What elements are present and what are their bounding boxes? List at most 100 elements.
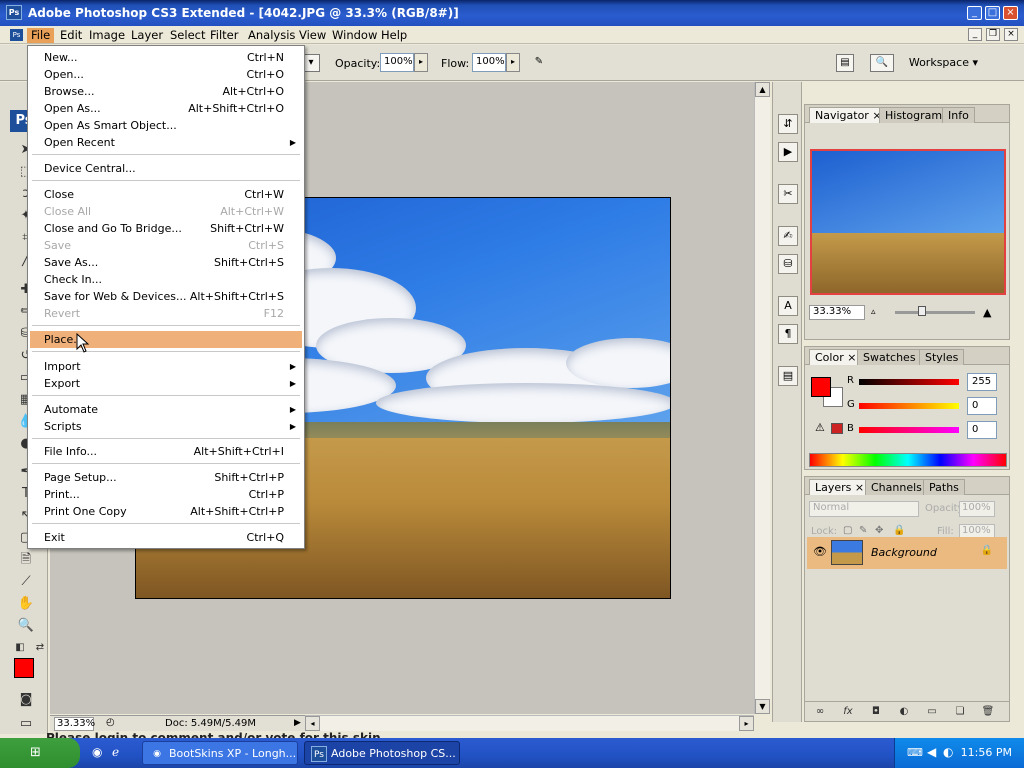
status-arrow-icon[interactable]: ▶ [294, 718, 301, 728]
menu-item-automate[interactable]: Automate ▶ [30, 401, 302, 418]
maximize-button[interactable]: □ [985, 6, 1000, 20]
tab-swatches[interactable]: Swatches [857, 349, 922, 365]
menu-item-close-go-bridge[interactable]: Close and Go To Bridge... Shift+Ctrl+W [30, 220, 302, 237]
menu-item-place[interactable]: Place... [30, 331, 302, 348]
navigator-thumbnail[interactable] [810, 149, 1006, 295]
menu-analysis[interactable]: Analysis [244, 28, 299, 43]
blue-slider[interactable] [859, 427, 959, 433]
red-slider[interactable] [859, 379, 959, 385]
lock-all-icon[interactable]: 🔒 [893, 525, 905, 536]
notes-tool-icon[interactable]: 🗎 [16, 550, 36, 570]
bridge-icon[interactable]: 🔍 [870, 54, 894, 72]
flow-field[interactable]: 100% [472, 53, 506, 72]
menu-item-close[interactable]: Close Ctrl+W [30, 186, 302, 203]
scroll-down-button[interactable]: ▼ [755, 699, 770, 714]
opacity-arrow[interactable]: ▸ [414, 53, 428, 72]
lock-position-icon[interactable]: ✥ [875, 525, 883, 536]
lock-pixels-icon[interactable]: ✎ [859, 525, 867, 536]
menu-select[interactable]: Select [166, 28, 209, 43]
firefox-quicklaunch-icon[interactable]: ◉ [92, 745, 102, 759]
menu-window[interactable]: Window [328, 28, 381, 43]
menu-item-file-info[interactable]: File Info... Alt+Shift+Ctrl+I [30, 443, 302, 460]
menu-edit[interactable]: Edit [56, 28, 86, 43]
menu-item-exit[interactable]: Exit Ctrl+Q [30, 529, 302, 546]
menu-item-browse[interactable]: Browse... Alt+Ctrl+O [30, 83, 302, 100]
doc-minimize-button[interactable]: _ [968, 28, 982, 41]
quick-mask-icon[interactable]: ◙ [16, 690, 36, 710]
vertical-scrollbar[interactable]: ▲ ▼ [754, 82, 770, 714]
default-colors-icon[interactable]: ◧ [10, 638, 30, 658]
adjustment-layer-icon[interactable]: ◐ [897, 705, 911, 719]
menu-image[interactable]: Image [85, 28, 129, 43]
visibility-eye-icon[interactable]: 👁 [813, 545, 827, 558]
clone-source-icon[interactable]: ⛁ [778, 254, 798, 274]
start-button[interactable]: ⊞ [0, 738, 80, 768]
flow-arrow[interactable]: ▸ [506, 53, 520, 72]
zoom-tool-icon[interactable]: 🔍 [16, 616, 36, 636]
layer-opacity-field[interactable]: 100% [959, 501, 995, 517]
menu-item-revert[interactable]: Revert F12 [30, 305, 302, 322]
tab-navigator[interactable]: Navigator × [809, 107, 888, 123]
menu-item-open-recent[interactable]: Open Recent ▶ [30, 134, 302, 151]
taskbar-item-bootskins[interactable]: ◉ BootSkins XP - Longh... [142, 741, 298, 765]
menu-filter[interactable]: Filter [206, 28, 242, 43]
zoom-out-icon[interactable]: ▵ [871, 307, 876, 317]
brushes-panel-icon[interactable]: ✍ [778, 226, 798, 246]
workspace-menu[interactable]: Workspace ▾ [909, 56, 978, 69]
photoshop-app-icon[interactable]: Ps [6, 5, 22, 20]
menu-item-export[interactable]: Export ▶ [30, 375, 302, 392]
airbrush-icon[interactable]: ✎ [530, 54, 548, 72]
actions-panel-icon[interactable]: ▶ [778, 142, 798, 162]
character-panel-icon[interactable]: A [778, 296, 798, 316]
taskbar-item-photoshop[interactable]: Ps Adobe Photoshop CS... [304, 741, 460, 765]
new-layer-icon[interactable]: ❏ [953, 705, 967, 719]
menu-item-open[interactable]: Open... Ctrl+O [30, 66, 302, 83]
history-panel-icon[interactable]: ⇵ [778, 114, 798, 134]
navigator-slider-knob[interactable] [918, 306, 926, 316]
tab-info[interactable]: Info [942, 107, 975, 123]
layer-style-icon[interactable]: fx [841, 705, 855, 719]
document-icon[interactable]: Ps [10, 29, 23, 41]
tray-collapse-icon[interactable]: ◀ [927, 745, 936, 759]
tab-color[interactable]: Color × [809, 349, 863, 365]
status-menu-icon[interactable]: ◴ [106, 717, 115, 728]
foreground-color-swatch[interactable] [14, 658, 34, 678]
lock-transparency-icon[interactable]: ▢ [843, 525, 852, 536]
menu-view[interactable]: View [295, 28, 330, 43]
hand-tool-icon[interactable]: ✋ [16, 594, 36, 614]
palette-well-icon[interactable]: ▤ [836, 54, 854, 72]
gamut-warning-icon[interactable]: ⚠ [815, 421, 825, 434]
close-button[interactable]: × [1003, 6, 1018, 20]
navigator-zoom-slider[interactable] [895, 311, 975, 314]
menu-item-open-as[interactable]: Open As... Alt+Shift+Ctrl+O [30, 100, 302, 117]
green-slider[interactable] [859, 403, 959, 409]
menu-item-print-one-copy[interactable]: Print One Copy Alt+Shift+Ctrl+P [30, 503, 302, 520]
menu-item-print[interactable]: Print... Ctrl+P [30, 486, 302, 503]
blue-value[interactable]: 0 [967, 421, 997, 439]
doc-close-button[interactable]: × [1004, 28, 1018, 41]
volume-tray-icon[interactable]: ◐ [943, 745, 953, 759]
menu-help[interactable]: Help [377, 28, 411, 43]
layer-mask-icon[interactable]: ◘ [869, 705, 883, 719]
tab-channels[interactable]: Channels [865, 479, 928, 495]
zoom-level-field[interactable]: 33.33% [54, 717, 95, 731]
menu-item-import[interactable]: Import ▶ [30, 358, 302, 375]
menu-item-page-setup[interactable]: Page Setup... Shift+Ctrl+P [30, 469, 302, 486]
tool-presets-icon[interactable]: ✂ [778, 184, 798, 204]
menu-item-save[interactable]: Save Ctrl+S [30, 237, 302, 254]
paragraph-panel-icon[interactable]: ¶ [778, 324, 798, 344]
tab-histogram[interactable]: Histogram [879, 107, 949, 123]
tab-layers[interactable]: Layers × [809, 479, 871, 495]
menu-file[interactable]: File [27, 28, 55, 43]
menu-item-save-as[interactable]: Save As... Shift+Ctrl+S [30, 254, 302, 271]
eyedropper-tool-icon[interactable]: ⟋ [16, 572, 36, 592]
scroll-up-button[interactable]: ▲ [755, 82, 770, 97]
color-foreground-swatch[interactable] [811, 377, 831, 397]
menu-item-new[interactable]: New... Ctrl+N [30, 49, 302, 66]
blend-mode-select[interactable]: Normal [809, 501, 919, 517]
swap-colors-icon[interactable]: ⇄ [30, 638, 50, 658]
menu-item-save-for-web[interactable]: Save for Web & Devices... Alt+Shift+Ctrl+… [30, 288, 302, 305]
menu-item-scripts[interactable]: Scripts ▶ [30, 418, 302, 435]
scroll-right-button[interactable]: ▸ [739, 716, 754, 731]
doc-restore-button[interactable]: ❐ [986, 28, 1000, 41]
